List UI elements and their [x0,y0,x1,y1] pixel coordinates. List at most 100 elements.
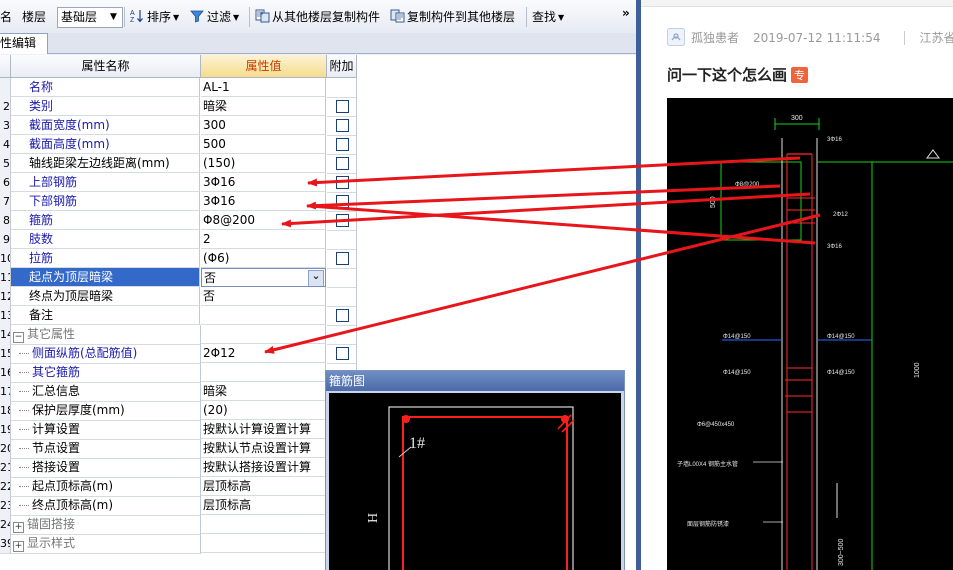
avatar[interactable] [667,28,685,46]
table-row[interactable]: 2 类别 暗梁 [0,97,357,117]
attach-checkbox[interactable] [336,119,349,132]
attach-checkbox[interactable] [336,309,349,322]
value-dropdown-icon[interactable]: ⌄ [308,270,324,286]
property-value-cell[interactable]: (Φ6) [201,249,326,268]
property-name-cell[interactable]: 保护层厚度(mm) [11,401,201,421]
property-name-cell[interactable]: 计算设置 [11,420,201,440]
table-row[interactable]: 5 轴线距梁左边线距离(mm) (150) [0,154,357,174]
filter-button[interactable]: 过滤 ▼ [190,8,239,26]
property-name-cell[interactable]: 终点顶标高(m) [11,496,201,516]
table-row[interactable]: 39+显示样式 [0,534,357,554]
toolbar-overflow-button[interactable]: » [622,4,630,22]
table-row[interactable]: 18 保护层厚度(mm) (20) [0,401,357,421]
property-value-cell[interactable]: 3Φ16 [201,173,326,192]
table-row[interactable]: 13 备注 [0,306,357,326]
property-name-cell[interactable]: + 锚固搭接 [11,515,201,535]
property-name-cell[interactable]: 轴线距梁左边线距离(mm) [11,154,200,173]
attach-checkbox[interactable] [336,214,349,227]
table-row[interactable]: 6 上部钢筋 3Φ16 [0,173,357,193]
property-value-cell[interactable]: 500 [201,135,326,154]
author-name[interactable]: 孤独患者 [691,31,739,45]
property-value-cell[interactable]: AL-1 [201,78,326,97]
property-value-cell[interactable]: 按默认节点设置计算 [201,439,326,458]
copy-from-floor-button[interactable]: 从其他楼层复制构件 [255,8,380,26]
table-row[interactable]: 19 计算设置 按默认计算设置计算 [0,420,357,440]
property-name-cell[interactable]: 侧面纵筋(总配筋值) [11,344,201,364]
property-value-cell[interactable]: 300 [201,116,326,135]
column-header-add[interactable]: 附加 [327,55,357,78]
table-row[interactable]: 11起点为顶层暗梁否⌄ [0,268,357,288]
table-row[interactable]: 3 截面宽度(mm) 300 [0,116,357,136]
table-row[interactable]: 9 肢数 2 [0,230,357,250]
table-row[interactable]: 15 侧面纵筋(总配筋值) 2Φ12 [0,344,357,364]
property-name-cell[interactable]: 肢数 [11,230,200,249]
tab-property-edit[interactable]: 性编辑 [0,33,48,54]
property-name-cell[interactable]: 拉筋 [11,249,200,268]
attach-checkbox[interactable] [336,138,349,151]
property-name-cell[interactable]: 下部钢筋 [11,192,200,211]
property-value-cell[interactable]: 2 [201,230,326,249]
property-name-cell[interactable]: − 其它属性 [11,325,201,345]
property-name-cell[interactable]: 类别 [11,97,200,116]
cad-drawing-image[interactable]: 300 500 1000 300~500 3Φ16 3Φ16 Φ8@200 2Φ… [667,98,953,570]
table-row[interactable]: 17 汇总信息 暗梁 [0,382,357,402]
property-value-cell[interactable]: (20) [201,401,326,420]
property-name-cell[interactable]: 名称 [11,78,200,97]
find-button[interactable]: 查找 ▼ [532,8,564,26]
attach-checkbox[interactable] [336,100,349,113]
sort-button[interactable]: A Z 排序 ▼ [130,8,179,26]
attach-checkbox[interactable] [336,347,349,360]
property-name-cell[interactable]: 上部钢筋 [11,173,200,192]
property-name-cell[interactable]: 起点顶标高(m) [11,477,201,497]
property-name-cell[interactable]: 节点设置 [11,439,201,459]
property-name-cell[interactable]: 搭接设置 [11,458,201,478]
property-name-cell[interactable]: + 显示样式 [11,534,201,554]
table-row[interactable]: 4 截面高度(mm) 500 [0,135,357,155]
table-row[interactable]: 24+锚固搭接 [0,515,357,535]
property-name-cell[interactable]: 其它箍筋 [11,363,201,383]
table-row[interactable]: 名称 AL-1 [0,78,357,98]
expander-icon[interactable]: + [13,541,24,552]
property-value-cell[interactable] [201,325,326,344]
property-name-cell[interactable]: 终点为顶层暗梁 [11,287,200,306]
column-header-name[interactable]: 属性名称 [11,55,201,78]
property-value-cell[interactable]: 3Φ16 [201,192,326,211]
table-row[interactable]: 14−其它属性 [0,325,357,345]
table-row[interactable]: 21 搭接设置 按默认搭接设置计算 [0,458,357,478]
property-value-cell[interactable]: 层顶标高 [201,496,326,515]
table-row[interactable]: 22 起点顶标高(m) 层顶标高 [0,477,357,497]
property-value-cell[interactable]: (150) [201,154,326,173]
property-name-cell[interactable]: 备注 [11,306,200,325]
property-value-cell[interactable] [201,534,326,553]
copy-to-floor-button[interactable]: 复制构件到其他楼层 [390,8,515,26]
property-value-cell[interactable]: 否 [201,287,326,306]
expander-icon[interactable]: − [13,332,24,343]
table-row[interactable]: 23 终点顶标高(m) 层顶标高 [0,496,357,516]
property-name-cell[interactable]: 汇总信息 [11,382,201,402]
stirrup-window-title[interactable]: 箍筋图 [326,371,624,391]
property-name-cell[interactable]: 截面宽度(mm) [11,116,200,135]
property-value-cell[interactable]: 2Φ12 [201,344,326,363]
property-name-cell[interactable]: 截面高度(mm) [11,135,200,154]
floor-select[interactable]: 基础层 ▼ [57,7,123,28]
table-row[interactable]: 16 其它箍筋 [0,363,357,383]
property-value-cell[interactable] [201,515,326,534]
attach-checkbox[interactable] [336,195,349,208]
table-row[interactable]: 7 下部钢筋 3Φ16 [0,192,357,212]
attach-checkbox[interactable] [336,157,349,170]
table-row[interactable]: 10 拉筋 (Φ6) [0,249,357,269]
stirrup-window[interactable]: 箍筋图 1# H [325,370,625,570]
property-value-cell[interactable]: 暗梁 [201,97,326,116]
property-value-cell[interactable]: 否 ⌄ [201,268,326,287]
table-row[interactable]: 12 终点为顶层暗梁 否 [0,287,357,307]
property-value-cell[interactable]: 层顶标高 [201,477,326,496]
attach-checkbox[interactable] [336,176,349,189]
attach-checkbox[interactable] [336,252,349,265]
table-row[interactable]: 8 箍筋 Φ8@200 [0,211,357,231]
table-row[interactable]: 20 节点设置 按默认节点设置计算 [0,439,357,459]
property-value-cell[interactable]: 暗梁 [201,382,326,401]
column-header-value[interactable]: 属性值 [201,55,327,78]
property-name-cell[interactable]: 起点为顶层暗梁 [11,268,200,287]
expander-icon[interactable]: + [13,522,24,533]
property-value-cell[interactable] [201,306,326,325]
